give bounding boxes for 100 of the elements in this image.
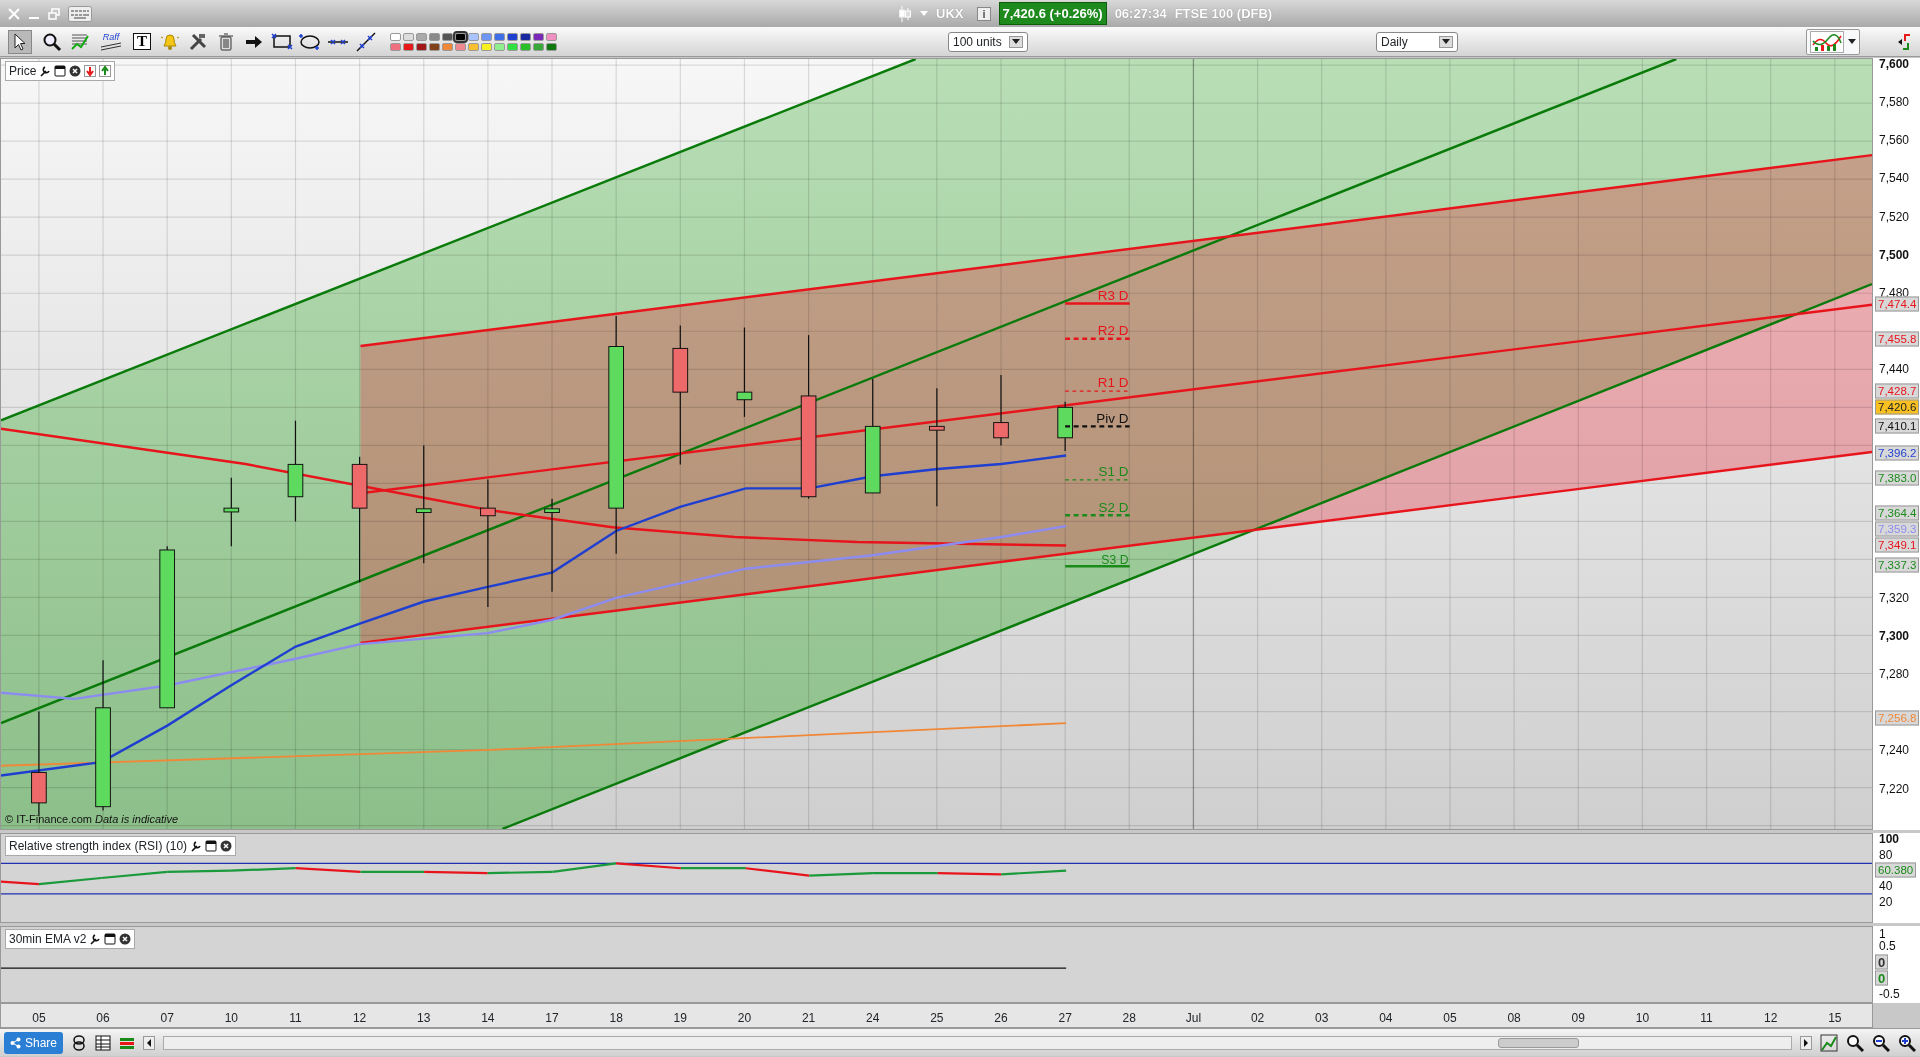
- pointer-tool[interactable]: [8, 29, 32, 54]
- panel-title: Price: [9, 63, 37, 80]
- table-icon[interactable]: [95, 1034, 112, 1051]
- indicator-chart-icon: [1810, 30, 1844, 53]
- caret-icon: [1012, 39, 1020, 44]
- wrench-icon[interactable]: [190, 840, 203, 852]
- share-icon: [10, 1036, 21, 1049]
- color-swatch[interactable]: [429, 32, 440, 41]
- color-swatch[interactable]: [455, 32, 466, 41]
- arrow-down-icon[interactable]: [84, 65, 97, 77]
- scroll-track[interactable]: [163, 1035, 1792, 1050]
- price-tag: 7,364.4: [1875, 505, 1920, 521]
- color-swatch[interactable]: [403, 42, 414, 51]
- color-swatch[interactable]: [455, 42, 466, 51]
- candlestick: [223, 477, 240, 547]
- candlestick: [1057, 401, 1073, 452]
- caret-icon: [1442, 39, 1450, 44]
- pivot-label: R3 D: [1097, 287, 1129, 303]
- date-label: 03: [1315, 1010, 1329, 1027]
- axis-label: 20: [1879, 895, 1893, 909]
- color-swatch[interactable]: [546, 32, 557, 41]
- color-swatch[interactable]: [507, 32, 518, 41]
- color-swatch[interactable]: [520, 32, 531, 41]
- color-swatch[interactable]: [468, 42, 479, 51]
- axis-label: 7,560: [1879, 133, 1910, 147]
- share-button[interactable]: Share: [4, 1031, 64, 1054]
- color-swatch[interactable]: [429, 42, 440, 51]
- pivot-label: R2 D: [1097, 323, 1129, 339]
- window-icon[interactable]: [54, 65, 67, 77]
- zoom-reset-icon[interactable]: [1846, 1033, 1864, 1052]
- color-swatch[interactable]: [546, 42, 557, 51]
- price-tag: 7,359.3: [1875, 521, 1920, 537]
- pivot-line: [1065, 337, 1130, 340]
- color-swatch[interactable]: [533, 32, 544, 41]
- keyboard-icon[interactable]: [68, 5, 92, 22]
- axis-label: -0.5: [1879, 987, 1900, 1001]
- scroll-left-icon[interactable]: [143, 1035, 156, 1050]
- date-label: 10: [224, 1010, 238, 1027]
- date-label: 15: [1828, 1010, 1842, 1027]
- zoom-out-icon[interactable]: [1872, 1033, 1890, 1052]
- date-label: 07: [160, 1010, 174, 1027]
- price-tag: 7,256.8: [1875, 710, 1920, 726]
- indicators-button[interactable]: [1806, 28, 1860, 55]
- date-label: 14: [481, 1010, 495, 1027]
- color-swatch[interactable]: [442, 32, 453, 41]
- scroll-thumb[interactable]: [1498, 1037, 1580, 1048]
- date-label: 10: [1635, 1010, 1650, 1027]
- window-icon[interactable]: [104, 933, 117, 945]
- color-swatch[interactable]: [390, 32, 401, 41]
- axis-label: 7,580: [1879, 95, 1910, 109]
- axis-label: 7,500: [1879, 248, 1910, 262]
- date-label: 20: [737, 1010, 752, 1027]
- axis-label: 7,300: [1879, 629, 1910, 643]
- info-icon[interactable]: i: [977, 6, 991, 21]
- date-label: 27: [1058, 1010, 1072, 1027]
- color-swatch[interactable]: [416, 32, 427, 41]
- quantity-dropdown[interactable]: 100 units: [948, 31, 1028, 52]
- window-icon[interactable]: [205, 840, 218, 852]
- candlestick: [993, 374, 1009, 446]
- color-swatch[interactable]: [481, 42, 492, 51]
- close-icon[interactable]: [220, 840, 233, 852]
- color-swatch[interactable]: [403, 32, 414, 41]
- date-label: 09: [1571, 1010, 1585, 1027]
- diagonal-line-tool[interactable]: [354, 29, 378, 54]
- color-swatch[interactable]: [390, 42, 401, 51]
- arrow-up-icon[interactable]: [99, 65, 112, 77]
- price-tag: 0: [1875, 970, 1889, 986]
- interval-dropdown[interactable]: Daily: [1376, 31, 1458, 52]
- date-label: 06: [96, 1010, 110, 1027]
- color-swatch[interactable]: [507, 42, 518, 51]
- zoom-in-icon[interactable]: [1898, 1033, 1916, 1052]
- color-swatch[interactable]: [416, 42, 427, 51]
- link-icon[interactable]: [71, 1033, 88, 1052]
- date-label: 11: [289, 1010, 302, 1027]
- date-label: 28: [1122, 1010, 1136, 1027]
- pivot-line: [1064, 390, 1131, 392]
- fit-chart-icon[interactable]: [1820, 1033, 1838, 1052]
- color-swatch[interactable]: [533, 42, 544, 51]
- price-tag: 7,383.0: [1875, 470, 1920, 486]
- date-label: 25: [930, 1010, 944, 1027]
- close-icon[interactable]: [69, 65, 82, 77]
- scroll-right-icon[interactable]: [1800, 1035, 1812, 1050]
- color-swatch[interactable]: [494, 32, 505, 41]
- color-swatch[interactable]: [481, 32, 492, 41]
- color-swatch[interactable]: [468, 32, 479, 41]
- raff-channel-tool[interactable]: Raff: [96, 29, 126, 54]
- price-change-badge: 7,420.6 (+0.26%): [998, 1, 1107, 26]
- price-tag: 7,474.4: [1875, 296, 1920, 312]
- color-swatch[interactable]: [442, 42, 453, 51]
- pivot-line: [1065, 513, 1130, 517]
- close-icon[interactable]: [119, 933, 132, 945]
- date-label: 17: [545, 1010, 559, 1027]
- axis-label: 40: [1879, 879, 1893, 893]
- wrench-icon[interactable]: [89, 933, 102, 945]
- date-label: 12: [1764, 1010, 1778, 1027]
- price-tag: 7,396.2: [1875, 445, 1920, 461]
- date-label: 04: [1379, 1010, 1393, 1027]
- color-swatch[interactable]: [520, 42, 531, 51]
- color-swatch[interactable]: [494, 42, 505, 51]
- wrench-icon[interactable]: [39, 65, 52, 77]
